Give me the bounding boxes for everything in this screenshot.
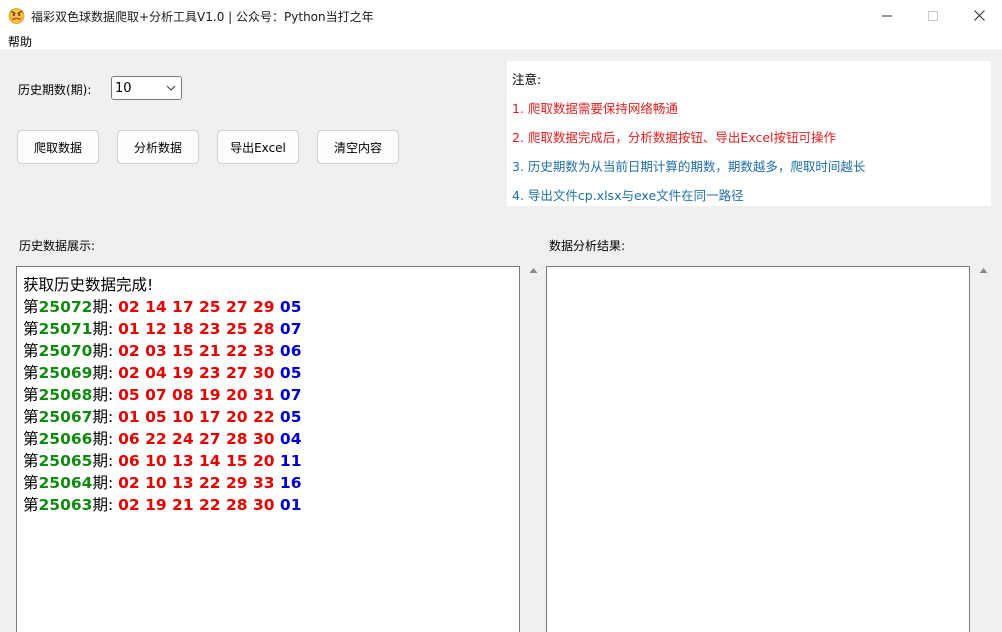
history-row-prefix: 第	[23, 474, 39, 492]
history-status: 获取历史数据完成!	[23, 276, 154, 294]
scroll-up-icon[interactable]	[979, 266, 988, 275]
crawl-data-button[interactable]: 爬取数据	[17, 130, 99, 164]
window-title: 福彩双色球数据爬取+分析工具V1.0 | 公众号：Python当打之年	[31, 10, 374, 24]
history-row-issue: 25069	[38, 364, 93, 382]
history-textbox[interactable]: 获取历史数据完成! 第25072期: 02 14 17 25 27 29 05 第…	[16, 266, 520, 632]
history-row: 第25072期: 02 14 17 25 27 29 05	[23, 296, 519, 318]
history-row-red-balls: 02 03 15 21 22 33	[118, 342, 275, 360]
period-select[interactable]: 10	[111, 76, 182, 100]
notice-line-1: 1. 爬取数据需要保持网络畅通	[512, 101, 678, 116]
history-row-blue-ball: 07	[279, 386, 302, 404]
history-row-prefix: 第	[23, 320, 39, 338]
history-row: 第25070期: 02 03 15 21 22 33 06	[23, 340, 519, 362]
history-row-prefix: 第	[23, 386, 39, 404]
history-row-red-balls: 06 22 24 27 28 30	[118, 430, 275, 448]
history-row: 第25066期: 06 22 24 27 28 30 04	[23, 428, 519, 450]
history-row: 第25071期: 01 12 18 23 25 28 07	[23, 318, 519, 340]
history-row-suffix: 期:	[92, 364, 119, 382]
notice-title: 注意:	[512, 72, 542, 87]
history-row-blue-ball: 05	[279, 298, 302, 316]
history-row-prefix: 第	[23, 430, 39, 448]
history-row-red-balls: 05 07 08 19 20 31	[118, 386, 275, 404]
history-row-red-balls: 02 14 17 25 27 29	[118, 298, 275, 316]
history-row-red-balls: 02 19 21 22 28 30	[118, 496, 275, 514]
maximize-button[interactable]	[910, 0, 956, 31]
title-bar[interactable]: 福彩双色球数据爬取+分析工具V1.0 | 公众号：Python当打之年	[0, 0, 1002, 31]
analyze-data-button[interactable]: 分析数据	[117, 130, 199, 164]
minimize-button[interactable]	[864, 0, 910, 31]
history-row-suffix: 期:	[92, 342, 119, 360]
history-row-issue: 25066	[38, 430, 93, 448]
history-content: 获取历史数据完成! 第25072期: 02 14 17 25 27 29 05 第…	[17, 267, 519, 516]
menu-help[interactable]: 帮助	[8, 33, 32, 50]
analysis-label: 数据分析结果:	[549, 239, 626, 253]
history-row-issue: 25064	[38, 474, 93, 492]
history-row: 第25069期: 02 04 19 23 27 30 05	[23, 362, 519, 384]
notice-line-3: 3. 历史期数为从当前日期计算的期数，期数越多，爬取时间越长	[512, 159, 866, 174]
history-row-suffix: 期:	[92, 408, 119, 426]
history-row-issue: 25067	[38, 408, 93, 426]
history-row-blue-ball: 04	[279, 430, 302, 448]
history-row-issue: 25065	[38, 452, 93, 470]
history-row: 第25065期: 06 10 13 14 15 20 11	[23, 450, 519, 472]
history-row: 第25063期: 02 19 21 22 28 30 01	[23, 494, 519, 516]
history-row-suffix: 期:	[92, 474, 119, 492]
history-row-blue-ball: 16	[279, 474, 302, 492]
history-row-suffix: 期:	[92, 496, 119, 514]
history-row-prefix: 第	[23, 408, 39, 426]
app-window: 福彩双色球数据爬取+分析工具V1.0 | 公众号：Python当打之年 帮助 历…	[0, 0, 1002, 632]
export-excel-button[interactable]: 导出Excel	[217, 130, 299, 164]
history-row-blue-ball: 01	[279, 496, 302, 514]
history-row: 第25064期: 02 10 13 22 29 33 16	[23, 472, 519, 494]
scroll-up-icon[interactable]	[529, 266, 538, 275]
history-row-suffix: 期:	[92, 386, 119, 404]
notice-panel: 注意: 1. 爬取数据需要保持网络畅通 2. 爬取数据完成后，分析数据按钮、导出…	[507, 61, 991, 206]
history-row-suffix: 期:	[92, 320, 119, 338]
period-select-value: 10	[115, 81, 132, 96]
history-row-suffix: 期:	[92, 430, 119, 448]
history-row-blue-ball: 05	[279, 408, 302, 426]
history-row-suffix: 期:	[92, 452, 119, 470]
angry-emoji-icon	[8, 8, 25, 24]
history-row-blue-ball: 06	[279, 342, 302, 360]
history-row-issue: 25072	[38, 298, 93, 316]
history-row-prefix: 第	[23, 496, 39, 514]
history-row-red-balls: 01 12 18 23 25 28	[118, 320, 275, 338]
history-scrollbar[interactable]	[525, 266, 542, 632]
history-row-issue: 25070	[38, 342, 93, 360]
history-row-red-balls: 02 04 19 23 27 30	[118, 364, 275, 382]
history-row-prefix: 第	[23, 298, 39, 316]
notice-line-4: 4. 导出文件cp.xlsx与exe文件在同一路径	[512, 188, 744, 203]
history-row-prefix: 第	[23, 342, 39, 360]
history-row-red-balls: 01 05 10 17 20 22	[118, 408, 275, 426]
history-row-blue-ball: 05	[279, 364, 302, 382]
history-row-red-balls: 06 10 13 14 15 20	[118, 452, 275, 470]
clear-content-button[interactable]: 清空内容	[317, 130, 399, 164]
close-icon	[973, 10, 985, 21]
history-row-suffix: 期:	[92, 298, 119, 316]
history-label: 历史数据展示:	[19, 239, 96, 253]
history-row-prefix: 第	[23, 364, 39, 382]
history-row-red-balls: 02 10 13 22 29 33	[118, 474, 275, 492]
notice-line-2: 2. 爬取数据完成后，分析数据按钮、导出Excel按钮可操作	[512, 130, 837, 145]
analysis-scrollbar[interactable]	[975, 266, 992, 632]
history-row: 第25068期: 05 07 08 19 20 31 07	[23, 384, 519, 406]
maximize-icon	[928, 10, 938, 21]
minimize-icon	[882, 15, 892, 16]
history-row-prefix: 第	[23, 452, 39, 470]
history-row: 第25067期: 01 05 10 17 20 22 05	[23, 406, 519, 428]
chevron-down-icon	[166, 85, 176, 91]
history-row-issue: 25068	[38, 386, 93, 404]
analysis-textbox[interactable]	[546, 266, 970, 632]
history-row-blue-ball: 07	[279, 320, 302, 338]
history-row-issue: 25063	[38, 496, 93, 514]
period-label: 历史期数(期):	[18, 83, 92, 97]
history-row-issue: 25071	[38, 320, 93, 338]
menu-bar: 帮助	[0, 31, 1002, 49]
history-row-blue-ball: 11	[279, 452, 302, 470]
close-button[interactable]	[956, 0, 1002, 31]
